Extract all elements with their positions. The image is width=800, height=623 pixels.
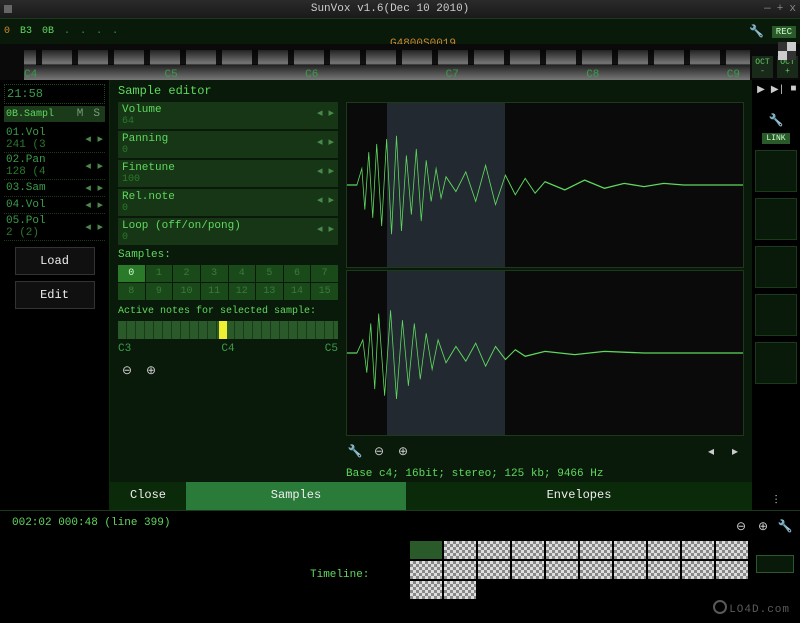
zoom-in-icon[interactable]: ⊕ <box>142 361 160 379</box>
timeline-label: Timeline: <box>310 569 369 581</box>
zoom-out-icon[interactable]: ⊖ <box>118 361 136 379</box>
qr-icon[interactable] <box>778 42 796 60</box>
module-slot-box[interactable] <box>755 342 797 384</box>
tracker-strip: 0 B3 0B . . . . G4800S0019 G4400S0019 G4… <box>0 18 800 44</box>
maximize-button[interactable]: + <box>777 3 784 15</box>
timeline-area: 002:02 000:48 (line 399) Timeline: ⊖ ⊕ 🔧 <box>0 510 800 620</box>
levels-icon[interactable]: ⫶ <box>767 492 785 510</box>
scroll-left-icon[interactable]: ◂ <box>702 442 720 460</box>
piano-keyboard[interactable]: C4C5C6 C7C8C9 OCT - OCT + <box>0 44 800 80</box>
wrench-icon[interactable]: 🔧 <box>776 517 794 535</box>
sample-cell[interactable]: 3 <box>201 265 228 282</box>
param-finetune[interactable]: Finetune100◂▸ <box>118 160 338 187</box>
octave-down-button[interactable]: OCT - <box>752 56 773 78</box>
track-cell[interactable]: . <box>64 26 70 37</box>
sidebar: 21:58 0B.Sampl M S 01.Vol241 (3◂ ▸ 02.Pa… <box>0 80 110 510</box>
close-window-button[interactable]: x <box>789 3 796 15</box>
mute-button[interactable]: M <box>74 108 87 120</box>
right-toolbar: |◀ ▶ ▶| ■ ● 🔧 LINK ⫶ <box>752 80 800 510</box>
module-slot-box[interactable] <box>755 150 797 192</box>
mini-visualizer <box>756 555 794 573</box>
waveform-left[interactable] <box>346 102 744 268</box>
sample-cell[interactable]: 14 <box>284 283 311 300</box>
sample-cell[interactable]: 15 <box>311 283 338 300</box>
zoom-out-icon[interactable]: ⊖ <box>732 517 750 535</box>
wrench-icon[interactable]: 🔧 <box>346 442 364 460</box>
link-button[interactable]: LINK <box>762 133 789 144</box>
zoom-in-icon[interactable]: ⊕ <box>754 517 772 535</box>
param-loop[interactable]: Loop (off/on/pong)0◂▸ <box>118 218 338 245</box>
sample-cell[interactable]: 10 <box>173 283 200 300</box>
arrow-left-icon[interactable]: ◂ <box>317 106 323 120</box>
edit-button[interactable]: Edit <box>15 281 95 309</box>
sample-cell[interactable]: 0 <box>118 265 145 282</box>
module-slot-box[interactable] <box>755 246 797 288</box>
sample-cell[interactable]: 8 <box>118 283 145 300</box>
param-relnote[interactable]: Rel.note0◂▸ <box>118 189 338 216</box>
module-slot[interactable]: 03.Sam◂ ▸ <box>4 180 105 197</box>
samples-grid: 0123456789101112131415 <box>118 265 338 300</box>
window-title: SunVox v1.6(Dec 10 2010) <box>16 3 764 15</box>
samples-label: Samples: <box>118 247 338 263</box>
track-cell[interactable]: 0B <box>42 26 54 37</box>
envelopes-tab[interactable]: Envelopes <box>406 482 752 510</box>
clock: 21:58 <box>4 84 105 104</box>
watermark: LO4D.com <box>713 599 790 617</box>
sample-cell[interactable]: 4 <box>229 265 256 282</box>
sample-cell[interactable]: 6 <box>284 265 311 282</box>
module-slot-box[interactable] <box>755 294 797 336</box>
module-slot[interactable]: 02.Pan128 (4◂ ▸ <box>4 153 105 180</box>
stop-button[interactable]: ■ <box>789 84 799 107</box>
play-from-button[interactable]: ▶| <box>769 84 787 107</box>
sample-editor-panel: Sample editor Volume64◂▸ Panning0◂▸ Fine… <box>110 80 752 510</box>
close-tab[interactable]: Close <box>110 482 186 510</box>
timeline-position: 002:02 000:48 (line 399) <box>4 515 796 531</box>
track-cell[interactable]: B3 <box>20 26 32 37</box>
module-slot-box[interactable] <box>755 198 797 240</box>
zoom-out-icon[interactable]: ⊖ <box>370 442 388 460</box>
track-cell[interactable]: . <box>112 26 118 37</box>
scroll-right-icon[interactable]: ▸ <box>726 442 744 460</box>
arrow-right-icon[interactable]: ▸ <box>328 106 334 120</box>
wrench-icon[interactable]: 🔧 <box>748 23 766 41</box>
editor-tabs: Close Samples Envelopes <box>110 482 752 510</box>
sample-cell[interactable]: 1 <box>146 265 173 282</box>
current-sample-name[interactable]: 0B.Sampl <box>6 109 70 120</box>
titlebar: SunVox v1.6(Dec 10 2010) — + x <box>0 0 800 18</box>
sample-cell[interactable]: 11 <box>201 283 228 300</box>
module-slot[interactable]: 05.Pol2 (2)◂ ▸ <box>4 214 105 241</box>
samples-tab[interactable]: Samples <box>186 482 406 510</box>
param-volume[interactable]: Volume64◂▸ <box>118 102 338 129</box>
record-button[interactable]: REC <box>772 26 796 38</box>
solo-button[interactable]: S <box>90 108 103 120</box>
track-cell[interactable]: . <box>80 26 86 37</box>
waveform-right[interactable] <box>346 270 744 436</box>
module-slot[interactable]: 04.Vol◂ ▸ <box>4 197 105 214</box>
param-panning[interactable]: Panning0◂▸ <box>118 131 338 158</box>
sample-cell[interactable]: 2 <box>173 265 200 282</box>
panel-title: Sample editor <box>110 80 752 102</box>
sample-info: Base c4; 16bit; stereo; 125 kb; 9466 Hz <box>346 466 744 482</box>
module-slot[interactable]: 01.Vol241 (3◂ ▸ <box>4 126 105 153</box>
track-cell[interactable]: . <box>96 26 102 37</box>
sample-cell[interactable]: 7 <box>311 265 338 282</box>
minimize-button[interactable]: — <box>764 3 771 15</box>
play-button[interactable]: ▶ <box>755 84 767 107</box>
wrench-icon[interactable]: 🔧 <box>767 111 785 129</box>
load-button[interactable]: Load <box>15 247 95 275</box>
active-notes-label: Active notes for selected sample: <box>118 302 338 319</box>
zoom-in-icon[interactable]: ⊕ <box>394 442 412 460</box>
app-icon <box>4 5 12 13</box>
sample-cell[interactable]: 5 <box>256 265 283 282</box>
sample-cell[interactable]: 9 <box>146 283 173 300</box>
track-cell[interactable]: 0 <box>4 26 10 37</box>
sample-cell[interactable]: 12 <box>229 283 256 300</box>
active-notes-bar[interactable] <box>118 321 338 339</box>
sample-cell[interactable]: 13 <box>256 283 283 300</box>
